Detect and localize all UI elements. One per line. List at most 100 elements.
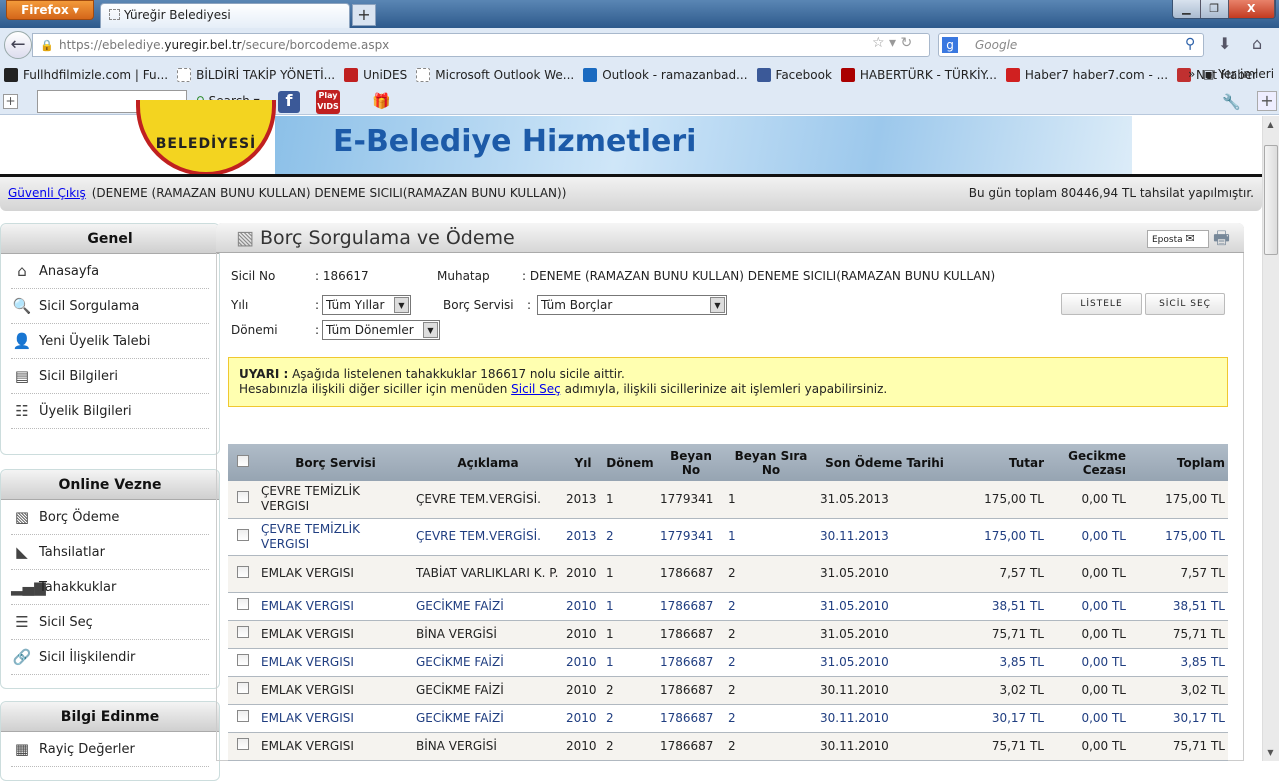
envelope-icon: ✉ [1185,232,1195,245]
sidebar-item[interactable]: ◣ Tahsilatlar [11,535,209,570]
web-search-input[interactable]: Google [938,33,1204,57]
select-registry-button[interactable]: SİCİL SEÇ [1145,293,1225,315]
bookmark-item[interactable]: BİLDİRİ TAKİP YÖNETİ... [177,68,335,82]
bookmark-item[interactable]: Microsoft Outlook We... [416,68,574,82]
sidebar-item[interactable]: ▂▄▆ Tahakkuklar [11,570,209,605]
sidebar-item-label: Yeni Üyelik Talebi [39,333,151,349]
warning-label: UYARI : [239,367,289,381]
table-cell: EMLAK VERGISI [258,648,413,677]
add-icon[interactable]: + [1257,91,1277,111]
table-cell: 175,00 TL [952,481,1047,519]
table-row: EMLAK VERGISI TABİAT VARLIKLARI K. P. 2010… [228,555,1228,593]
row-checkbox[interactable] [237,626,249,638]
table-cell: 0,00 TL [1047,555,1129,593]
bookmarks-toolbar: Fullhdfilmizle.com | Fu... BİLDİRİ TAKİP … [0,62,1279,88]
sidebar-heading: Bilgi Edinme [1,702,219,732]
sidebar-item-label: Borç Ödeme [39,509,120,525]
row-checkbox[interactable] [237,738,249,750]
minimize-button[interactable]: ▁ [1173,0,1201,18]
facebook-icon[interactable]: f [278,91,300,113]
browser-tab[interactable]: Yüreğir Belediyesi [100,3,350,28]
row-checkbox[interactable] [237,710,249,722]
table-cell: 1786687 [657,732,725,761]
table-cell: ÇEVRE TEMİZLİK VERGISI [258,518,413,556]
scroll-down-icon[interactable]: ▼ [1262,744,1279,761]
sidebar-item[interactable]: ▤ Sicil Bilgileri [11,359,209,394]
select-all-checkbox[interactable] [228,444,258,481]
row-checkbox[interactable] [237,682,249,694]
donem-label: Dönemi [231,323,278,337]
table-cell: GECİKME FAİZİ [413,592,563,621]
year-select[interactable]: Tüm Yıllar ▼ [322,295,411,315]
search-icon[interactable]: ⚲ [1185,36,1195,52]
bookmark-item[interactable]: UniDES [344,68,407,82]
scrollbar-thumb[interactable] [1264,145,1278,255]
bookmarks-overflow[interactable]: » [1188,67,1195,81]
home-icon[interactable]: ⌂ [1252,34,1262,53]
table-cell: 1779341 [657,518,725,556]
email-button[interactable]: Eposta ✉ [1147,230,1209,248]
sidebar-item[interactable]: ▦ Rayiç Değerler [11,732,209,767]
list-button[interactable]: LİSTELE [1061,293,1142,315]
menu-icon: ▂▄▆ [11,578,46,596]
bookmark-item[interactable]: Facebook [756,68,832,82]
download-icon[interactable]: ⬇ [1218,34,1231,53]
yil-label: Yılı [231,298,249,312]
table-cell: EMLAK VERGISI [258,555,413,593]
new-tab-button[interactable]: + [352,4,376,26]
table-cell: 1 [725,481,817,519]
printer-icon[interactable]: 🖶 [1213,226,1230,256]
column-header: Gecikme Cezası [1047,444,1129,481]
bookmark-item[interactable]: Outlook - ramazanbad... [583,68,748,82]
row-checkbox[interactable] [237,528,249,541]
bookmark-item[interactable]: Fullhdfilmizle.com | Fu... [4,68,168,82]
restore-button[interactable]: ❐ [1200,0,1229,18]
bookmark-item[interactable]: HABERTÜRK - TÜRKİY... [840,68,997,82]
email-label: Eposta [1152,235,1183,245]
bookmarks-menu-label[interactable]: Yer imleri [1218,67,1274,81]
sidebar-item[interactable]: ▧ Borç Ödeme [11,500,209,535]
sidebar-item[interactable]: 👤 Yeni Üyelik Talebi [11,324,209,359]
bookmark-label: Haber7 haber7.com - ... [1024,68,1169,82]
wrench-icon[interactable]: 🔧 [1222,93,1241,111]
table-cell: 30.11.2010 [817,704,952,733]
back-button[interactable]: ← [4,31,32,59]
table-cell: 1786687 [657,676,725,705]
table-cell: 31.05.2010 [817,648,952,677]
gift-icon[interactable]: 🎁 [372,92,391,110]
table-cell: ÇEVRE TEMİZLİK VERGISI [258,481,413,519]
sidebar-item[interactable]: ⌂ Anasayfa [11,254,209,289]
period-select[interactable]: Tüm Dönemler ▼ [322,320,440,340]
firefox-menu-button[interactable]: Firefox ▾ [6,0,94,20]
close-button[interactable]: X [1228,0,1275,18]
row-checkbox[interactable] [237,565,249,578]
table-cell: ÇEVRE TEM.VERGİSİ. [413,518,563,556]
url-bar[interactable]: https://ebelediye.yuregir.bel.tr/secure/… [32,33,930,57]
row-checkbox[interactable] [237,491,249,504]
table-cell: 1 [603,555,657,593]
sidebar-item[interactable]: ☰ Sicil Seç [11,605,209,640]
table-cell: 0,00 TL [1047,704,1129,733]
play-vids-icon[interactable]: Play VIDS [316,90,340,114]
sidebar-item[interactable]: 🔗 Sicil İlişkilendir [11,640,209,675]
sidebar-item[interactable]: 🔍 Sicil Sorgulama [11,289,209,324]
scroll-up-icon[interactable]: ▲ [1262,116,1279,133]
table-cell: 0,00 TL [1047,592,1129,621]
add-icon[interactable]: + [3,94,18,109]
google-icon[interactable]: g [942,37,958,53]
table-row: EMLAK VERGISI BİNA VERGİSİ 2010 2 1786687 2 30… [228,732,1228,761]
table-cell: 30.11.2010 [817,676,952,705]
service-select[interactable]: Tüm Borçlar ▼ [537,295,727,315]
menu-icon: ▦ [14,740,30,758]
sidebar-item[interactable]: ☷ Üyelik Bilgileri [11,394,209,429]
row-checkbox[interactable] [237,654,249,666]
table-cell: 175,00 TL [952,518,1047,556]
row-checkbox[interactable] [237,598,249,610]
bookmark-item[interactable]: Haber7 haber7.com - ... [1005,68,1169,82]
table-cell: 2010 [563,704,603,733]
bookmarks-menu[interactable]: » ▣ Yer imleri [1188,67,1274,81]
logout-link[interactable]: Güvenli Çıkış [8,186,86,200]
sicil-sec-link[interactable]: Sicil Seç [511,382,561,396]
bookmark-star-icon[interactable]: ☆ ▾ ↻ [872,35,912,51]
table-cell: 0,00 TL [1047,518,1129,556]
